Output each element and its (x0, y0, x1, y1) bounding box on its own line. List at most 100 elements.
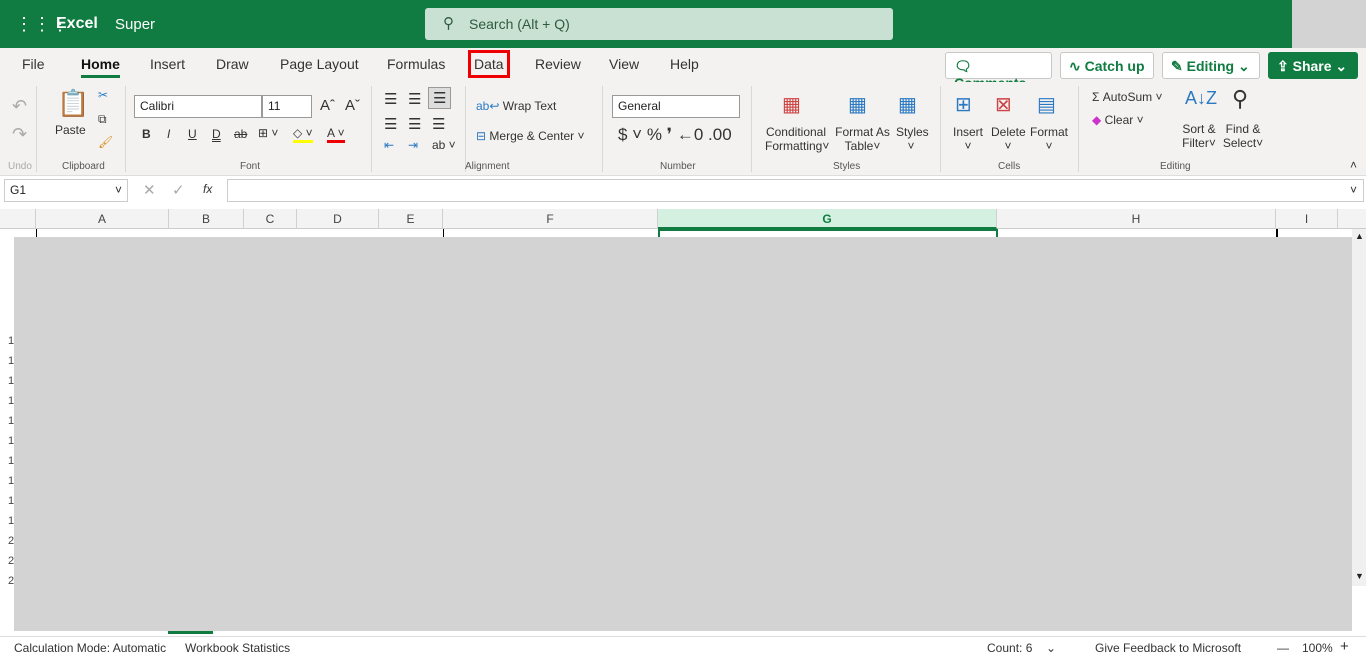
cells-group-label: Cells (998, 161, 1021, 172)
underline-icon[interactable]: U (188, 127, 197, 141)
borders-icon[interactable]: ⊞ ˅ (258, 126, 278, 140)
sort-filter-button[interactable]: Sort & Filter˅ (1180, 122, 1218, 150)
column-header[interactable]: C (244, 209, 297, 229)
tab-view[interactable]: View (609, 56, 639, 72)
grid-area[interactable] (36, 229, 1352, 237)
column-header[interactable]: E (379, 209, 443, 229)
app-name[interactable]: Excel (56, 15, 98, 33)
autosum-button[interactable]: Σ AutoSum ˅ (1092, 90, 1162, 104)
tab-insert[interactable]: Insert (150, 56, 185, 72)
feedback-link[interactable]: Give Feedback to Microsoft (1095, 641, 1241, 655)
workbook-statistics[interactable]: Workbook Statistics (185, 641, 290, 655)
ribbon: ↶ ↷ Undo 📋 Paste ✂ ⧉ 🖌 Clipboard Calibri… (0, 82, 1366, 176)
cut-icon[interactable]: ✂ (98, 88, 108, 102)
delete-cells-icon: ⊠ (995, 94, 1012, 116)
account-area (1292, 0, 1366, 48)
number-group-label: Number (660, 161, 696, 172)
calculation-mode[interactable]: Calculation Mode: Automatic (14, 641, 166, 655)
paste-icon[interactable]: 📋 (57, 88, 89, 119)
zoom-level[interactable]: 100% (1302, 641, 1333, 655)
formula-input[interactable]: ˅ (227, 179, 1364, 202)
align-left-icon[interactable]: ☰ (384, 115, 397, 133)
search-input[interactable]: ⚲ Search (Alt + Q) (425, 8, 893, 40)
find-select-button[interactable]: Find & Select˅ (1222, 122, 1264, 150)
column-header[interactable]: D (297, 209, 379, 229)
merge-center-button[interactable]: ⊟ Merge & Center ˅ (476, 129, 584, 143)
insert-function-icon[interactable]: fx (203, 182, 212, 196)
cancel-icon[interactable]: ✕ (143, 181, 156, 199)
align-center-icon[interactable]: ☰ (408, 115, 421, 133)
column-header[interactable]: A (36, 209, 169, 229)
clipboard-group-label: Clipboard (62, 161, 105, 172)
enter-icon[interactable]: ✓ (172, 181, 185, 199)
shrink-font-icon[interactable]: Aˇ (345, 97, 360, 114)
align-bottom-icon[interactable]: ☰ (428, 87, 452, 109)
paste-button[interactable]: Paste (55, 123, 86, 137)
italic-icon[interactable]: I (167, 127, 170, 141)
column-header[interactable]: B (169, 209, 244, 229)
align-middle-icon[interactable]: ☰ (408, 90, 421, 108)
conditional-formatting-button[interactable]: Conditional Formatting˅ (765, 125, 829, 153)
format-button[interactable]: Format ˅ (1030, 125, 1068, 153)
collapse-ribbon-icon[interactable]: ˄ (1350, 158, 1357, 172)
eraser-icon: ◆ (1092, 113, 1102, 127)
align-right-icon[interactable]: ☰ (432, 115, 445, 133)
tab-data[interactable]: Data (468, 50, 510, 78)
wrap-text-button[interactable]: ab↩ Wrap Text (476, 99, 556, 113)
scroll-up-icon[interactable]: ▲ (1355, 231, 1364, 241)
insert-button[interactable]: Insert ˅ (953, 125, 983, 153)
decrease-indent-icon[interactable]: ⇤ (384, 138, 394, 152)
editing-mode-button[interactable]: ✎ Editing ⌄ (1162, 52, 1260, 79)
tab-page-layout[interactable]: Page Layout (280, 56, 359, 72)
format-painter-icon[interactable]: 🖌 (98, 135, 113, 149)
gray-overlay (14, 237, 1352, 631)
font-color-icon[interactable]: A ˅ (327, 126, 345, 143)
format-as-table-icon: ▦ (848, 94, 867, 116)
scroll-down-icon[interactable]: ▼ (1355, 571, 1364, 581)
format-as-table-button[interactable]: Format As Table˅ (835, 125, 890, 153)
redo-icon[interactable]: ↷ (12, 124, 27, 145)
column-header[interactable]: I (1276, 209, 1338, 229)
bold-icon[interactable]: B (142, 127, 151, 141)
merge-icon: ⊟ (476, 129, 487, 143)
fill-color-icon[interactable]: ◇ ˅ (293, 126, 313, 143)
double-underline-icon[interactable]: D (212, 127, 221, 141)
select-all[interactable] (0, 209, 36, 229)
copy-icon[interactable]: ⧉ (98, 112, 107, 127)
strikethrough-icon[interactable]: ab (234, 127, 247, 141)
column-header-selected[interactable]: G (658, 209, 997, 229)
count-dropdown-icon[interactable]: ⌄ (1046, 641, 1056, 655)
column-header[interactable]: F (443, 209, 658, 229)
grow-font-icon[interactable]: Aˆ (320, 97, 335, 114)
column-header[interactable]: H (997, 209, 1276, 229)
styles-button[interactable]: Styles ˅ (896, 125, 929, 153)
tab-file[interactable]: File (22, 56, 45, 72)
increase-indent-icon[interactable]: ⇥ (408, 138, 418, 152)
undo-icon[interactable]: ↶ (12, 96, 27, 117)
tab-formulas[interactable]: Formulas (387, 56, 445, 72)
font-name-select[interactable]: Calibri (134, 95, 262, 118)
catch-up-button[interactable]: ∿ Catch up (1060, 52, 1154, 79)
alignment-group-label: Alignment (465, 161, 510, 172)
count-indicator[interactable]: Count: 6 (987, 641, 1032, 655)
tab-help[interactable]: Help (670, 56, 699, 72)
orientation-icon[interactable]: ab ˅ (432, 138, 456, 152)
currency-icon[interactable]: $ ˅ % ❜ ←0 .00 (618, 125, 732, 145)
align-top-icon[interactable]: ☰ (384, 90, 397, 108)
comments-button[interactable]: 🗨 Comments (945, 52, 1052, 91)
document-name[interactable]: Super (115, 16, 155, 33)
delete-button[interactable]: Delete ˅ (991, 125, 1026, 153)
sheet-tab-indicator[interactable] (168, 631, 213, 634)
number-format-select[interactable]: General (612, 95, 740, 118)
tab-review[interactable]: Review (535, 56, 581, 72)
font-size-select[interactable]: 11 (262, 95, 312, 118)
vertical-scrollbar[interactable]: ▲ ▼ (1352, 229, 1366, 586)
name-box[interactable]: G1 ˅ (4, 179, 128, 202)
tab-home[interactable]: Home (81, 56, 120, 78)
zoom-out-icon[interactable]: — (1277, 641, 1289, 655)
tab-draw[interactable]: Draw (216, 56, 249, 72)
zoom-in-icon[interactable]: + (1340, 638, 1349, 655)
clear-button[interactable]: ◆ Clear ˅ (1092, 113, 1144, 127)
status-bar: Calculation Mode: Automatic Workbook Sta… (0, 636, 1366, 657)
share-button[interactable]: ⇪ Share ⌄ (1268, 52, 1358, 79)
